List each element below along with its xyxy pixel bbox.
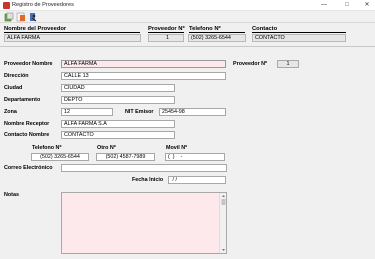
- minimize-button[interactable]: —: [317, 1, 331, 10]
- movil-label: Movil Nº: [166, 145, 188, 151]
- telefono-label: Telefono Nº: [32, 145, 62, 151]
- departamento-label: Departamento: [4, 97, 41, 103]
- ciudad-label: Ciudad: [4, 85, 23, 91]
- correo-label: Correo Electrónico: [4, 165, 53, 171]
- grid-cell-telefono-no[interactable]: (502) 3265-6544: [188, 34, 246, 42]
- notas-label: Notas: [4, 192, 19, 198]
- separator: [0, 46, 375, 47]
- edit-record-icon[interactable]: [16, 12, 26, 22]
- otro-field[interactable]: (502) 4587-7989: [96, 153, 155, 161]
- grid-header-contacto[interactable]: Contacto: [252, 25, 346, 33]
- nit-emisor-field[interactable]: 25454-98: [159, 108, 226, 116]
- proveedor-nombre-label: Proveedor Nombre: [4, 61, 53, 67]
- toolbar: [0, 11, 375, 23]
- direccion-label: Dirección: [4, 73, 29, 79]
- add-record-icon[interactable]: [4, 12, 14, 22]
- proveedor-nombre-field[interactable]: ALFA FARMA: [61, 60, 226, 68]
- grid-cell-proveedor-no[interactable]: 1: [148, 34, 184, 42]
- grid-header-telefono-no[interactable]: Telefono Nº: [189, 25, 245, 33]
- grid-header-proveedor-no[interactable]: Proveedor Nº: [148, 25, 185, 33]
- direccion-field[interactable]: CALLE 13: [61, 72, 226, 80]
- window-title: Registro de Proveedores: [12, 2, 74, 8]
- proveedor-no-field: 1: [277, 60, 299, 68]
- nombre-receptor-label: Nombre Receptor: [4, 121, 50, 127]
- nit-emisor-label: NIT Emisor: [125, 109, 154, 115]
- grid-cell-nombre[interactable]: ALFA FARMA: [4, 34, 141, 42]
- proveedor-no-label: Proveedor Nº: [233, 61, 268, 67]
- contacto-nombre-label: Contacto Nombre: [4, 132, 50, 138]
- maximize-button[interactable]: □: [340, 1, 354, 10]
- fecha-inicio-field[interactable]: / /: [168, 176, 226, 184]
- zona-field[interactable]: 12: [61, 108, 113, 116]
- contacto-nombre-field[interactable]: CONTACTO: [61, 131, 175, 139]
- telefono-field[interactable]: (502) 3265-6544: [31, 153, 89, 161]
- close-button[interactable]: ✕: [360, 1, 374, 10]
- notas-textarea[interactable]: [61, 192, 227, 254]
- departamento-field[interactable]: DEPTO: [61, 96, 175, 104]
- correo-field[interactable]: [61, 164, 227, 172]
- otro-label: Otro Nº: [97, 145, 116, 151]
- ciudad-field[interactable]: CIUDAD: [61, 84, 175, 92]
- zona-label: Zona: [4, 109, 17, 115]
- grid-cell-contacto[interactable]: CONTACTO: [252, 34, 346, 42]
- app-icon: [3, 2, 10, 9]
- nombre-receptor-field[interactable]: ALFA FARMA S.A: [61, 120, 175, 128]
- fecha-inicio-label: Fecha Inicio: [132, 177, 164, 183]
- title-bar: Registro de Proveedores — □ ✕: [0, 0, 375, 11]
- movil-field[interactable]: ( ) -: [165, 153, 225, 161]
- notas-scrollbar[interactable]: [219, 193, 226, 253]
- grid-header-nombre[interactable]: Nombre del Proveedor: [4, 25, 140, 33]
- exit-icon[interactable]: [28, 12, 38, 22]
